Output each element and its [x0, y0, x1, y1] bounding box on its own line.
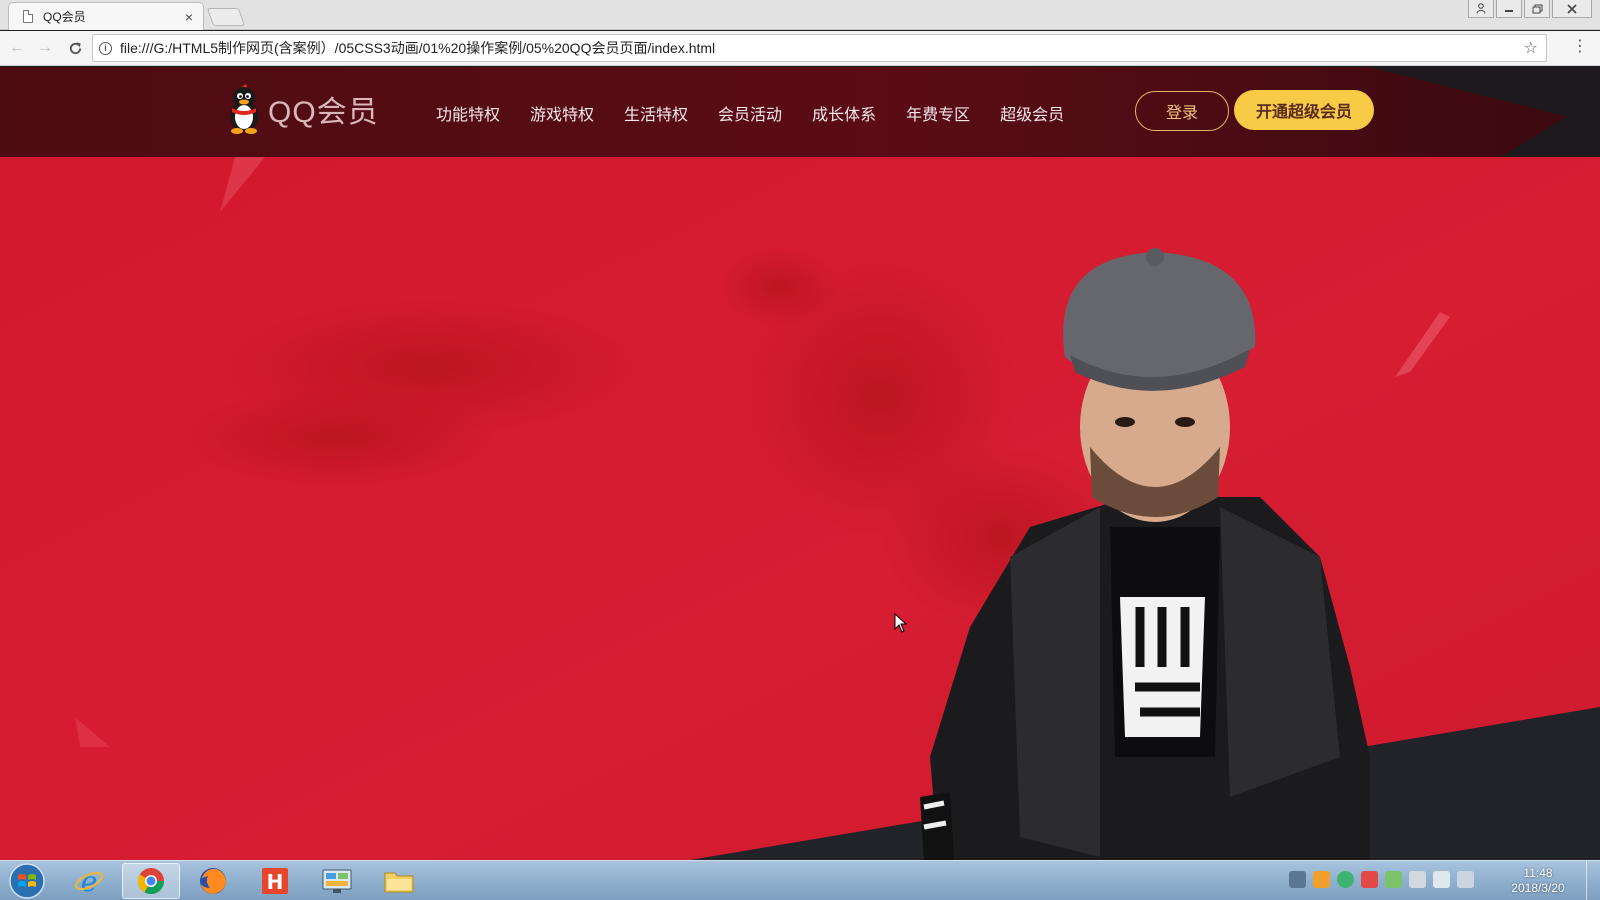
main-nav: 功能特权 游戏特权 生活特权 会员活动 成长体系 年费专区 超级会员	[436, 101, 1064, 125]
clock-date: 2018/3/20	[1511, 881, 1565, 895]
nav-item-game[interactable]: 游戏特权	[530, 101, 594, 125]
taskbar-app-chrome[interactable]	[122, 863, 180, 899]
system-clock[interactable]: 11:48 2018/3/20	[1498, 866, 1578, 896]
nav-item-life[interactable]: 生活特权	[624, 101, 688, 125]
browser-tab[interactable]: QQ会员 ×	[8, 2, 204, 30]
volume-icon[interactable]	[1433, 871, 1450, 888]
folder-icon	[384, 872, 414, 893]
site-logo[interactable]: QQ会员	[224, 84, 379, 134]
browser-menu-icon[interactable]: ⋮	[1572, 39, 1588, 55]
person-icon[interactable]	[1468, 0, 1494, 18]
hero-model-image	[920, 248, 1370, 860]
usb-tray-icon[interactable]	[1409, 871, 1426, 888]
reload-button[interactable]	[64, 37, 86, 59]
nav-item-super-vip[interactable]: 超级会员	[1000, 101, 1064, 125]
close-button[interactable]	[1552, 0, 1592, 18]
new-tab-button[interactable]	[206, 8, 246, 26]
firefox-icon	[200, 868, 226, 894]
control-panel-icon	[322, 869, 352, 893]
nav-item-activities[interactable]: 会员活动	[718, 101, 782, 125]
bookmark-star-icon[interactable]: ☆	[1524, 38, 1538, 58]
qq-penguin-icon	[230, 84, 258, 134]
login-button[interactable]: 登录	[1135, 91, 1229, 131]
restore-button[interactable]	[1524, 0, 1550, 18]
page-icon	[23, 10, 33, 23]
internet-explorer-icon: e	[75, 866, 103, 896]
tab-strip: QQ会员 ×	[0, 0, 1600, 30]
reload-icon	[69, 41, 81, 54]
logo-text: QQ会员	[268, 96, 379, 129]
nav-item-growth[interactable]: 成长体系	[812, 101, 876, 125]
back-button[interactable]: ←	[6, 37, 28, 59]
info-icon[interactable]: i	[99, 41, 112, 55]
clock-time: 11:48	[1523, 866, 1553, 880]
taskbar-app-control-panel[interactable]	[308, 863, 366, 899]
chrome-icon	[137, 868, 165, 895]
hbuilder-icon: H	[262, 868, 288, 894]
browser-toolbar: ← → i file:///G:/HTML5制作网页(含案例）/05CSS3动画…	[0, 31, 1600, 66]
taskbar-app-file-explorer[interactable]	[370, 863, 428, 899]
svg-text:e: e	[81, 866, 98, 896]
system-tray	[1289, 871, 1474, 888]
nav-item-annual[interactable]: 年费专区	[906, 101, 970, 125]
qq-tray-icon[interactable]	[1313, 871, 1330, 888]
security-tray-icon[interactable]	[1361, 871, 1378, 888]
show-desktop-button[interactable]	[1586, 861, 1600, 900]
windows-start-button[interactable]	[4, 862, 50, 900]
nav-item-features[interactable]: 功能特权	[436, 101, 500, 125]
browser-tray-icon[interactable]	[1337, 871, 1354, 888]
open-super-vip-button[interactable]: 开通超级会员	[1234, 90, 1374, 130]
page-viewport: QQ会员 功能特权 游戏特权 生活特权 会员活动 成长体系 年费专区 超级会员 …	[0, 67, 1600, 860]
windows-taskbar: e H 11:48 2018/3/20	[0, 860, 1600, 900]
forward-button[interactable]: →	[34, 37, 56, 59]
mouse-cursor-icon	[894, 613, 908, 633]
tab-title: QQ会员	[43, 10, 86, 24]
update-tray-icon[interactable]	[1385, 871, 1402, 888]
taskbar-app-internet-explorer[interactable]: e	[60, 863, 118, 899]
network-icon[interactable]	[1457, 871, 1474, 888]
url-text[interactable]: file:///G:/HTML5制作网页(含案例）/05CSS3动画/01%20…	[120, 38, 1524, 58]
minimize-button[interactable]	[1496, 0, 1522, 18]
tab-close-button[interactable]: ×	[185, 9, 193, 25]
taskbar-app-hbuilder[interactable]: H	[246, 863, 304, 899]
svg-text:H: H	[267, 870, 284, 894]
window-controls	[1468, 0, 1592, 18]
address-bar[interactable]: i file:///G:/HTML5制作网页(含案例）/05CSS3动画/01%…	[92, 34, 1547, 62]
network-sharing-icon[interactable]	[1289, 871, 1306, 888]
taskbar-app-firefox[interactable]	[184, 863, 242, 899]
